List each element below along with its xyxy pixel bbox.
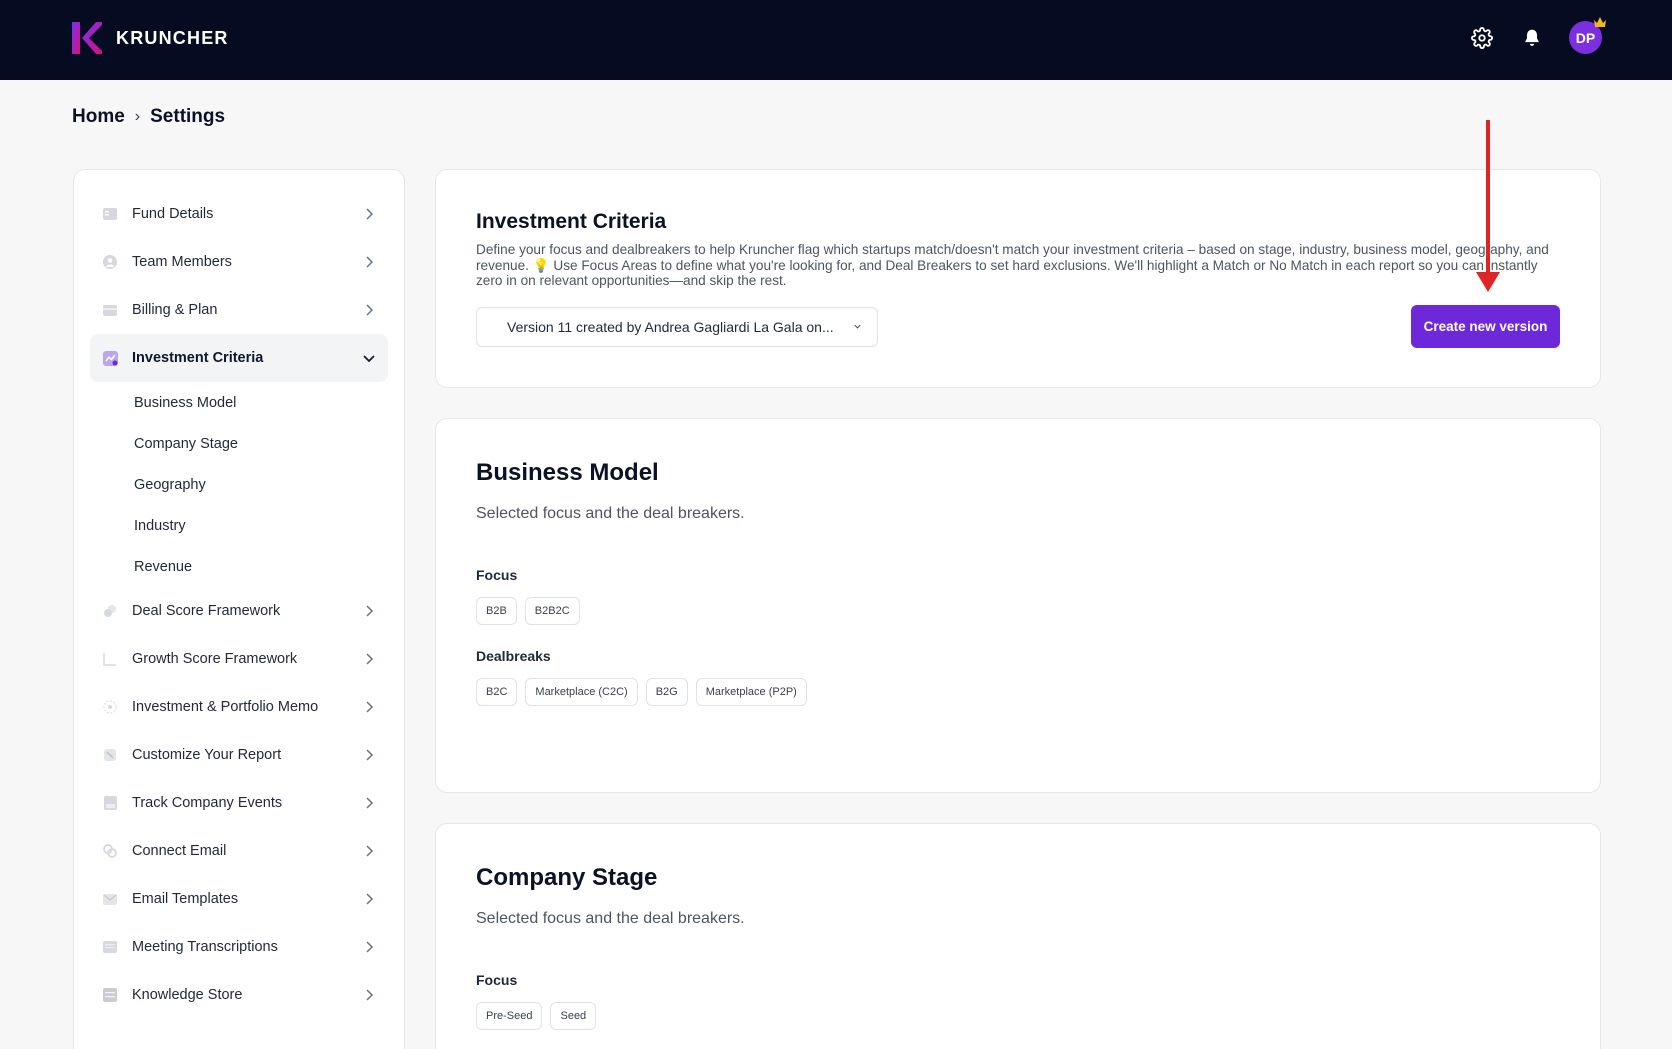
transcript-icon — [102, 939, 118, 955]
subnav-company-stage[interactable]: Company Stage — [90, 423, 388, 464]
chevron-down-icon — [363, 355, 375, 363]
version-select-dropdown[interactable]: Version 11 created by Andrea Gagliardi L… — [476, 307, 878, 347]
sidebar-item-knowledge-store[interactable]: Knowledge Store — [90, 971, 388, 1019]
crown-icon — [1594, 17, 1606, 27]
focus-chips: Pre-Seed Seed — [476, 1002, 1560, 1030]
brand[interactable]: KRUNCHER — [72, 22, 229, 54]
kruncher-logo-icon — [72, 22, 102, 54]
focus-chip: Pre-Seed — [476, 1002, 543, 1030]
chevron-right-icon — [366, 989, 374, 1001]
sidebar-item-label: Meeting Transcriptions — [132, 939, 278, 955]
sidebar-item-label: Knowledge Store — [132, 987, 243, 1003]
sidebar-item-label: Track Company Events — [132, 795, 283, 811]
sidebar-item-fund-details[interactable]: Fund Details — [90, 190, 388, 238]
sidebar-item-customize-report[interactable]: Customize Your Report — [90, 731, 388, 779]
section-subtitle: Selected focus and the deal breakers. — [476, 910, 745, 927]
create-new-version-button[interactable]: Create new version — [1411, 305, 1560, 348]
version-select-value: Version 11 created by Andrea Gagliardi L… — [507, 319, 834, 335]
criteria-icon — [102, 350, 118, 366]
dealbreak-chip: B2G — [645, 678, 688, 706]
annotation-arrow-icon — [1476, 120, 1500, 292]
sidebar-item-label: Deal Score Framework — [132, 603, 281, 619]
focus-chip: B2B2C — [524, 597, 580, 625]
chevron-right-icon — [366, 208, 374, 220]
sidebar-item-meeting-transcriptions[interactable]: Meeting Transcriptions — [90, 923, 388, 971]
sidebar-item-investment-criteria[interactable]: Investment Criteria — [90, 334, 388, 382]
brand-name: KRUNCHER — [116, 27, 229, 48]
sidebar-item-label: Investment Criteria — [132, 350, 264, 366]
sidebar-item-track-company-events[interactable]: Track Company Events — [90, 779, 388, 827]
sidebar-item-label: Team Members — [132, 254, 232, 270]
sidebar-item-label: Investment & Portfolio Memo — [132, 699, 319, 715]
memo-icon — [102, 699, 118, 715]
sidebar-item-label: Customize Your Report — [132, 747, 282, 763]
dealbreak-chip: Marketplace (C2C) — [525, 678, 638, 706]
sidebar-item-email-templates[interactable]: Email Templates — [90, 875, 388, 923]
focus-label: Focus — [476, 567, 518, 583]
events-icon — [102, 795, 118, 811]
sidebar-item-deal-score-framework[interactable]: Deal Score Framework — [90, 587, 388, 635]
criteria-title: Investment Criteria — [476, 210, 667, 233]
score-icon — [102, 603, 118, 619]
chevron-right-icon — [366, 893, 374, 905]
chevron-right-icon — [366, 797, 374, 809]
chevron-down-icon — [854, 324, 861, 329]
user-initials: DP — [1575, 29, 1596, 46]
company-stage-card: Company Stage Selected focus and the dea… — [435, 823, 1601, 1049]
investment-criteria-card: Investment Criteria Define your focus an… — [435, 169, 1601, 388]
section-subtitle: Selected focus and the deal breakers. — [476, 505, 745, 522]
subnav-geography[interactable]: Geography — [90, 464, 388, 505]
sidebar-item-team-members[interactable]: Team Members — [90, 238, 388, 286]
sidebar-item-label: Billing & Plan — [132, 302, 218, 318]
focus-chip: B2B — [476, 597, 517, 625]
sidebar-item-label: Connect Email — [132, 843, 227, 859]
sidebar-item-billing-plan[interactable]: Billing & Plan — [90, 286, 388, 334]
chevron-right-icon — [366, 749, 374, 761]
chevron-right-icon — [366, 304, 374, 316]
settings-gear-icon[interactable] — [1469, 25, 1495, 51]
user-icon — [102, 254, 118, 270]
user-avatar[interactable]: DP — [1569, 17, 1606, 54]
report-icon — [102, 747, 118, 763]
envelope-icon — [102, 891, 118, 907]
business-model-card: Business Model Selected focus and the de… — [435, 418, 1601, 793]
dealbreak-chip: Marketplace (P2P) — [695, 678, 807, 706]
top-navigation-bar: KRUNCHER DP — [0, 0, 1672, 80]
chevron-right-icon — [366, 256, 374, 268]
sidebar-item-connect-email[interactable]: Connect Email — [90, 827, 388, 875]
dealbreak-chip: B2C — [476, 678, 518, 706]
sidebar-item-label: Fund Details — [132, 206, 214, 222]
subnav-industry[interactable]: Industry — [90, 505, 388, 546]
focus-chip: Seed — [550, 1002, 597, 1030]
database-icon — [102, 987, 118, 1003]
breadcrumb-home-link[interactable]: Home — [72, 106, 125, 128]
criteria-description: Define your focus and dealbreakers to he… — [476, 242, 1549, 288]
subnav-revenue[interactable]: Revenue — [90, 546, 388, 587]
focus-chips: B2B B2B2C — [476, 597, 1560, 625]
chevron-right-icon — [366, 701, 374, 713]
breadcrumb-separator: › — [134, 108, 141, 125]
notification-bell-icon[interactable] — [1519, 25, 1545, 51]
id-card-icon — [102, 206, 118, 222]
dealbreaks-label: Dealbreaks — [476, 648, 551, 664]
breadcrumb: Home › Settings — [72, 106, 225, 128]
sidebar-item-investment-portfolio-memo[interactable]: Investment & Portfolio Memo — [90, 683, 388, 731]
sidebar-item-growth-score-framework[interactable]: Growth Score Framework — [90, 635, 388, 683]
dealbreak-chips: B2C Marketplace (C2C) B2G Marketplace (P… — [476, 678, 1560, 706]
chevron-right-icon — [366, 653, 374, 665]
focus-label: Focus — [476, 972, 518, 988]
breadcrumb-current: Settings — [150, 106, 226, 127]
subnav-business-model[interactable]: Business Model — [90, 382, 388, 423]
chevron-right-icon — [366, 845, 374, 857]
sidebar-item-label: Email Templates — [132, 891, 239, 907]
chart-line-icon — [102, 651, 118, 667]
link-icon — [102, 843, 118, 859]
credit-card-icon — [102, 302, 118, 318]
chevron-right-icon — [366, 605, 374, 617]
section-title: Business Model — [476, 459, 659, 486]
sidebar-item-label: Growth Score Framework — [132, 651, 298, 667]
settings-sidebar: Fund Details Team Members Billing & Plan… — [73, 169, 405, 1049]
chevron-right-icon — [366, 941, 374, 953]
section-title: Company Stage — [476, 864, 658, 891]
